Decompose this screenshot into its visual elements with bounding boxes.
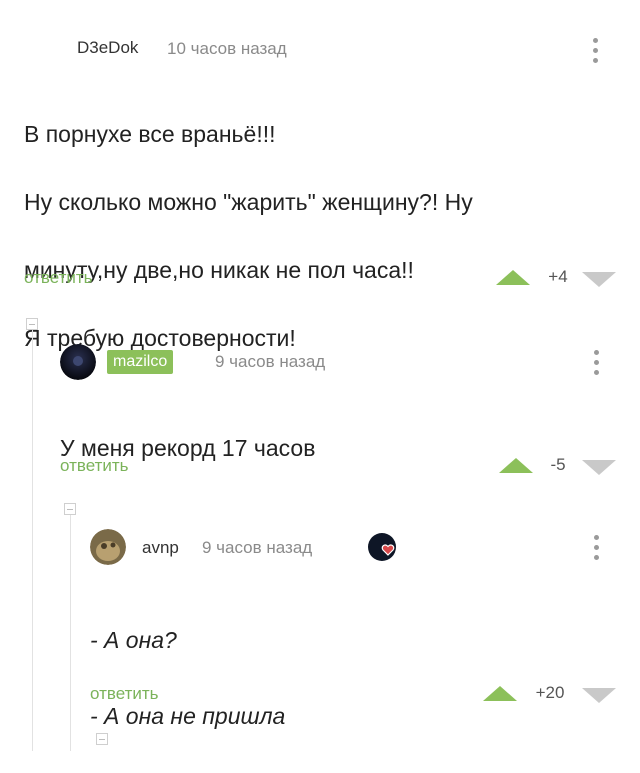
score: +20	[535, 683, 565, 702]
thread-line	[70, 515, 71, 751]
upvote-icon[interactable]	[496, 270, 530, 285]
downvote-icon[interactable]	[582, 688, 616, 703]
comment-time: 9 часов назад	[215, 352, 326, 371]
collapse-icon[interactable]	[64, 503, 76, 515]
comment-line: Ну сколько можно "жарить" женщину?! Ну	[24, 189, 473, 215]
comment-author[interactable]: D3eDok	[77, 38, 138, 58]
downvote-icon[interactable]	[582, 460, 616, 475]
thread-line	[32, 330, 33, 751]
collapse-icon[interactable]	[26, 318, 38, 330]
score: +4	[548, 267, 568, 286]
comment-line: В порнухе все враньё!!!	[24, 121, 276, 147]
comment-time: 10 часов назад	[167, 39, 287, 58]
comment-author[interactable]: mazilco	[107, 350, 174, 374]
upvote-icon[interactable]	[499, 458, 533, 473]
avatar[interactable]	[90, 529, 126, 565]
comment-2: mazilco 9 часов назад У меня рекорд 17 ч…	[40, 330, 640, 500]
comment-body: У меня рекорд 17 часов	[60, 397, 620, 499]
comment-1: D3eDok 10 часов назад В порнухе все вран…	[0, 0, 640, 351]
comment-line: У меня рекорд 17 часов	[60, 435, 316, 461]
comment-line: - А она не пришла	[90, 703, 286, 729]
comment-body: - А она? - А она не пришла	[90, 583, 590, 773]
avatar[interactable]	[60, 344, 96, 380]
comment-3: avnp 9 часов назад - А она? - А она не п…	[80, 515, 640, 751]
comment-line: минуту,ну две,но никак не пол часа!!	[24, 257, 414, 283]
comment-time: 9 часов назад	[202, 538, 313, 557]
reply-button[interactable]: ответить	[60, 456, 129, 476]
upvote-icon[interactable]	[483, 686, 517, 701]
user-heart-badge-icon	[368, 533, 396, 561]
comment-line: - А она?	[90, 627, 177, 653]
comment-author[interactable]: avnp	[142, 538, 179, 558]
comment-menu-icon[interactable]	[593, 38, 599, 68]
comment-menu-icon[interactable]	[594, 350, 600, 380]
score: -5	[550, 455, 566, 474]
comment-menu-icon[interactable]	[594, 535, 600, 565]
downvote-icon[interactable]	[582, 272, 616, 287]
reply-button[interactable]: ответить	[24, 268, 93, 288]
reply-button[interactable]: ответить	[90, 684, 159, 704]
collapse-icon[interactable]	[96, 733, 108, 745]
